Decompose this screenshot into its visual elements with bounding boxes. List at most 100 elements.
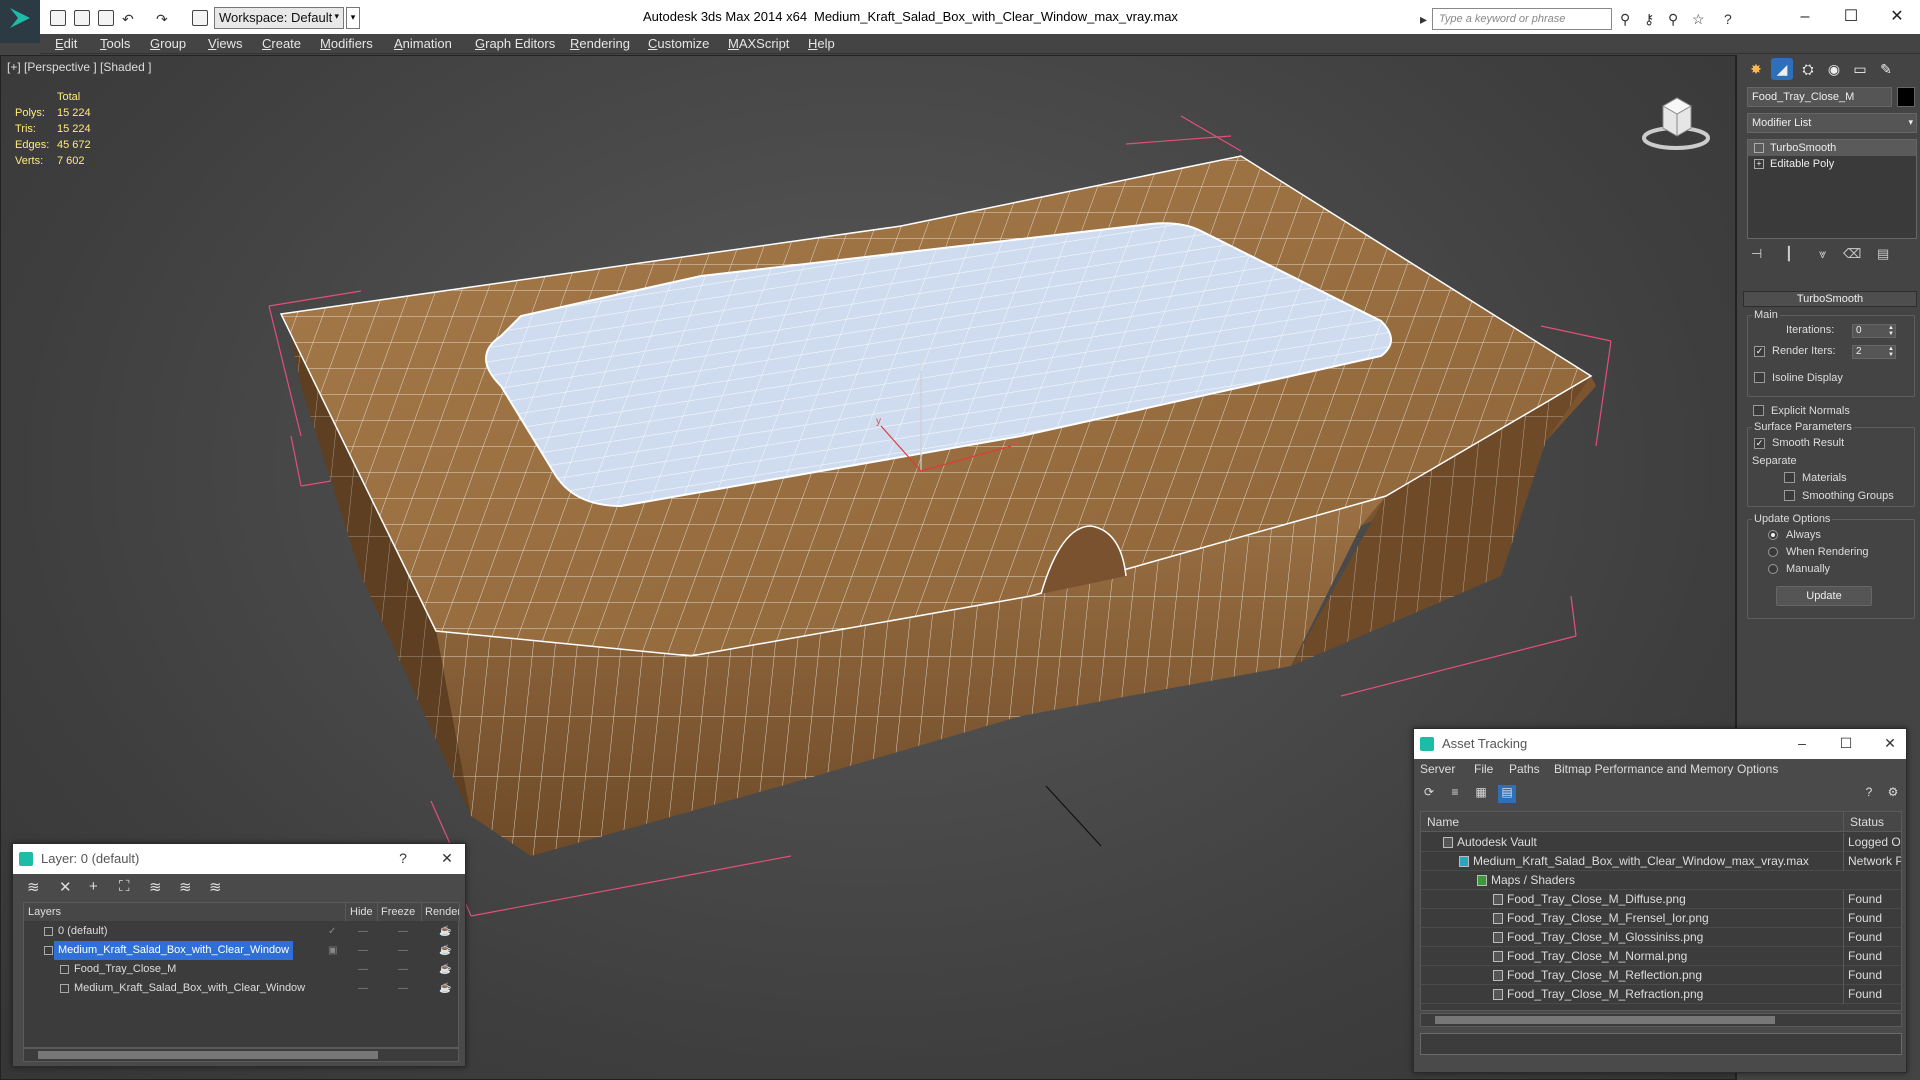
hide-toggle[interactable]: — <box>358 941 368 960</box>
render-iters-spinner[interactable]: 2 ▲ ▼ <box>1852 345 1896 359</box>
column-layers[interactable]: Layers <box>24 903 346 921</box>
render-teapot-icon[interactable]: ☕ <box>439 922 451 941</box>
modifier-list-dropdown[interactable]: Modifier List ▾ <box>1747 113 1917 133</box>
binoculars-icon[interactable]: ⚲ <box>1620 11 1630 28</box>
object-color-swatch[interactable] <box>1897 87 1915 107</box>
subscription-icon[interactable]: ⚲ <box>1668 11 1678 28</box>
delete-layer-icon[interactable]: ✕ <box>59 878 72 896</box>
lightbulb-icon[interactable] <box>1754 143 1764 153</box>
menu-options[interactable]: Options <box>1737 762 1778 776</box>
favorites-star-icon[interactable]: ☆ <box>1692 11 1705 28</box>
menu-rendering[interactable]: Rendering <box>570 34 630 54</box>
column-name[interactable]: Name <box>1421 812 1843 832</box>
always-radio[interactable] <box>1768 530 1778 540</box>
asset-row[interactable]: Maps / Shaders <box>1421 871 1901 890</box>
when-rendering-radio[interactable] <box>1768 547 1778 557</box>
column-hide[interactable]: Hide <box>346 903 378 921</box>
close-button[interactable]: ✕ <box>1874 4 1920 30</box>
spinner-arrows-icon[interactable]: ▲ ▼ <box>1888 346 1894 358</box>
hide-toggle[interactable]: — <box>358 979 368 998</box>
minimize-icon[interactable]: – <box>1792 735 1812 751</box>
asset-row[interactable]: Food_Tray_Close_M_Frensel_Ior.png Found <box>1421 909 1901 928</box>
select-objects-icon[interactable]: ⛶ <box>119 878 130 895</box>
iterations-spinner[interactable]: 0 ▲ ▼ <box>1852 324 1896 338</box>
maximize-button[interactable]: ☐ <box>1828 4 1874 30</box>
asset-row[interactable]: Food_Tray_Close_M_Refraction.png Found <box>1421 985 1901 1004</box>
settings-icon[interactable]: ⚙ <box>1884 785 1902 803</box>
render-teapot-icon[interactable]: ☕ <box>439 941 451 960</box>
materials-checkbox[interactable] <box>1784 472 1795 483</box>
quick-access-dropdown[interactable]: ▾ <box>346 7 360 29</box>
refresh-icon[interactable]: ⟳ <box>1420 785 1438 803</box>
close-icon[interactable]: ✕ <box>1880 735 1900 752</box>
hide-toggle[interactable]: — <box>358 960 368 979</box>
asset-path-field[interactable] <box>1420 1033 1902 1055</box>
menu-file[interactable]: File <box>1474 762 1493 776</box>
asset-row[interactable]: Medium_Kraft_Salad_Box_with_Clear_Window… <box>1421 852 1901 871</box>
asset-row[interactable]: Autodesk Vault Logged Out <box>1421 833 1901 852</box>
asset-row[interactable]: Food_Tray_Close_M_Reflection.png Found <box>1421 966 1901 985</box>
freeze-all-icon[interactable]: ≋ <box>209 878 222 896</box>
set-active-icon[interactable]: ▣ <box>328 941 337 960</box>
layer-horizontal-scrollbar[interactable] <box>23 1048 459 1062</box>
smoothing-groups-checkbox[interactable] <box>1784 490 1795 501</box>
asset-horizontal-scrollbar[interactable] <box>1420 1013 1902 1027</box>
menu-help[interactable]: Help <box>808 34 835 54</box>
render-teapot-icon[interactable]: ☕ <box>439 960 451 979</box>
explicit-normals-checkbox[interactable] <box>1753 405 1764 416</box>
layer-row[interactable]: Food_Tray_Close_M — — ☕ <box>24 960 458 979</box>
menu-customize[interactable]: Customize <box>648 34 709 54</box>
highlight-layer-icon[interactable]: ≋ <box>149 878 162 896</box>
thumbnail-view-icon[interactable]: ▦ <box>1472 785 1490 803</box>
close-icon[interactable]: ✕ <box>437 850 457 867</box>
create-tab-icon[interactable]: ✸ <box>1745 58 1767 80</box>
active-check-icon[interactable]: ✓ <box>328 922 336 941</box>
smooth-result-checkbox[interactable]: ✓ <box>1754 438 1765 449</box>
hierarchy-tab-icon[interactable]: ⛭ <box>1797 58 1819 80</box>
maximize-icon[interactable]: ☐ <box>1836 735 1856 752</box>
object-name-field[interactable]: Food_Tray_Close_M <box>1747 87 1892 107</box>
hide-toggle[interactable]: — <box>358 922 368 941</box>
menu-modifiers[interactable]: Modifiers <box>320 34 373 54</box>
workspace-dropdown[interactable]: Workspace: Default ▾ <box>214 7 344 29</box>
table-view-icon[interactable]: ▤ <box>1498 785 1516 803</box>
turbosmooth-rollout-header[interactable]: TurboSmooth <box>1743 291 1917 307</box>
freeze-toggle[interactable]: — <box>398 922 408 941</box>
app-logo-icon[interactable] <box>0 0 40 43</box>
menu-paths[interactable]: Paths <box>1509 762 1540 776</box>
modify-tab-icon[interactable]: ◢ <box>1771 58 1793 80</box>
pin-stack-icon[interactable]: ⊣ <box>1751 246 1762 262</box>
search-expand-icon[interactable]: ▸ <box>1420 11 1427 28</box>
menu-graph-editors[interactable]: Graph Editors <box>475 34 555 54</box>
layer-row[interactable]: 0 (default) ✓ — — ☕ <box>24 922 458 941</box>
stack-item-editable-poly[interactable]: + Editable Poly <box>1748 156 1916 172</box>
update-button[interactable]: Update <box>1776 586 1872 606</box>
remove-modifier-icon[interactable]: ⌫ <box>1843 246 1861 262</box>
expand-plus-icon[interactable]: + <box>1754 159 1764 169</box>
help-icon[interactable]: ? <box>1860 785 1878 803</box>
motion-tab-icon[interactable]: ◉ <box>1823 58 1845 80</box>
freeze-toggle[interactable]: — <box>398 941 408 960</box>
freeze-toggle[interactable]: — <box>398 960 408 979</box>
column-render[interactable]: Render <box>422 903 460 921</box>
list-view-icon[interactable]: ≡ <box>1446 785 1464 803</box>
show-end-result-icon[interactable]: ┃ <box>1785 246 1793 262</box>
display-tab-icon[interactable]: ▭ <box>1849 58 1871 80</box>
column-freeze[interactable]: Freeze <box>378 903 422 921</box>
menu-server[interactable]: Server <box>1420 762 1455 776</box>
menu-group[interactable]: Group <box>150 34 186 54</box>
menu-animation[interactable]: Animation <box>394 34 452 54</box>
project-folder-icon[interactable] <box>192 10 208 26</box>
menu-create[interactable]: Create <box>262 34 301 54</box>
search-input[interactable]: Type a keyword or phrase <box>1432 8 1612 30</box>
save-file-icon[interactable] <box>98 10 114 26</box>
manually-radio[interactable] <box>1768 564 1778 574</box>
help-icon[interactable]: ? <box>393 850 413 866</box>
undo-icon[interactable]: ↶ <box>122 11 134 28</box>
asset-row[interactable]: Food_Tray_Close_M_Glossiniss.png Found <box>1421 928 1901 947</box>
menu-bitmap-performance[interactable]: Bitmap Performance and Memory <box>1554 762 1733 776</box>
redo-icon[interactable]: ↷ <box>156 11 168 28</box>
render-iters-checkbox[interactable]: ✓ <box>1754 346 1765 357</box>
layer-window-titlebar[interactable]: Layer: 0 (default) ? ✕ <box>13 844 465 874</box>
hide-all-icon[interactable]: ≋ <box>179 878 192 896</box>
